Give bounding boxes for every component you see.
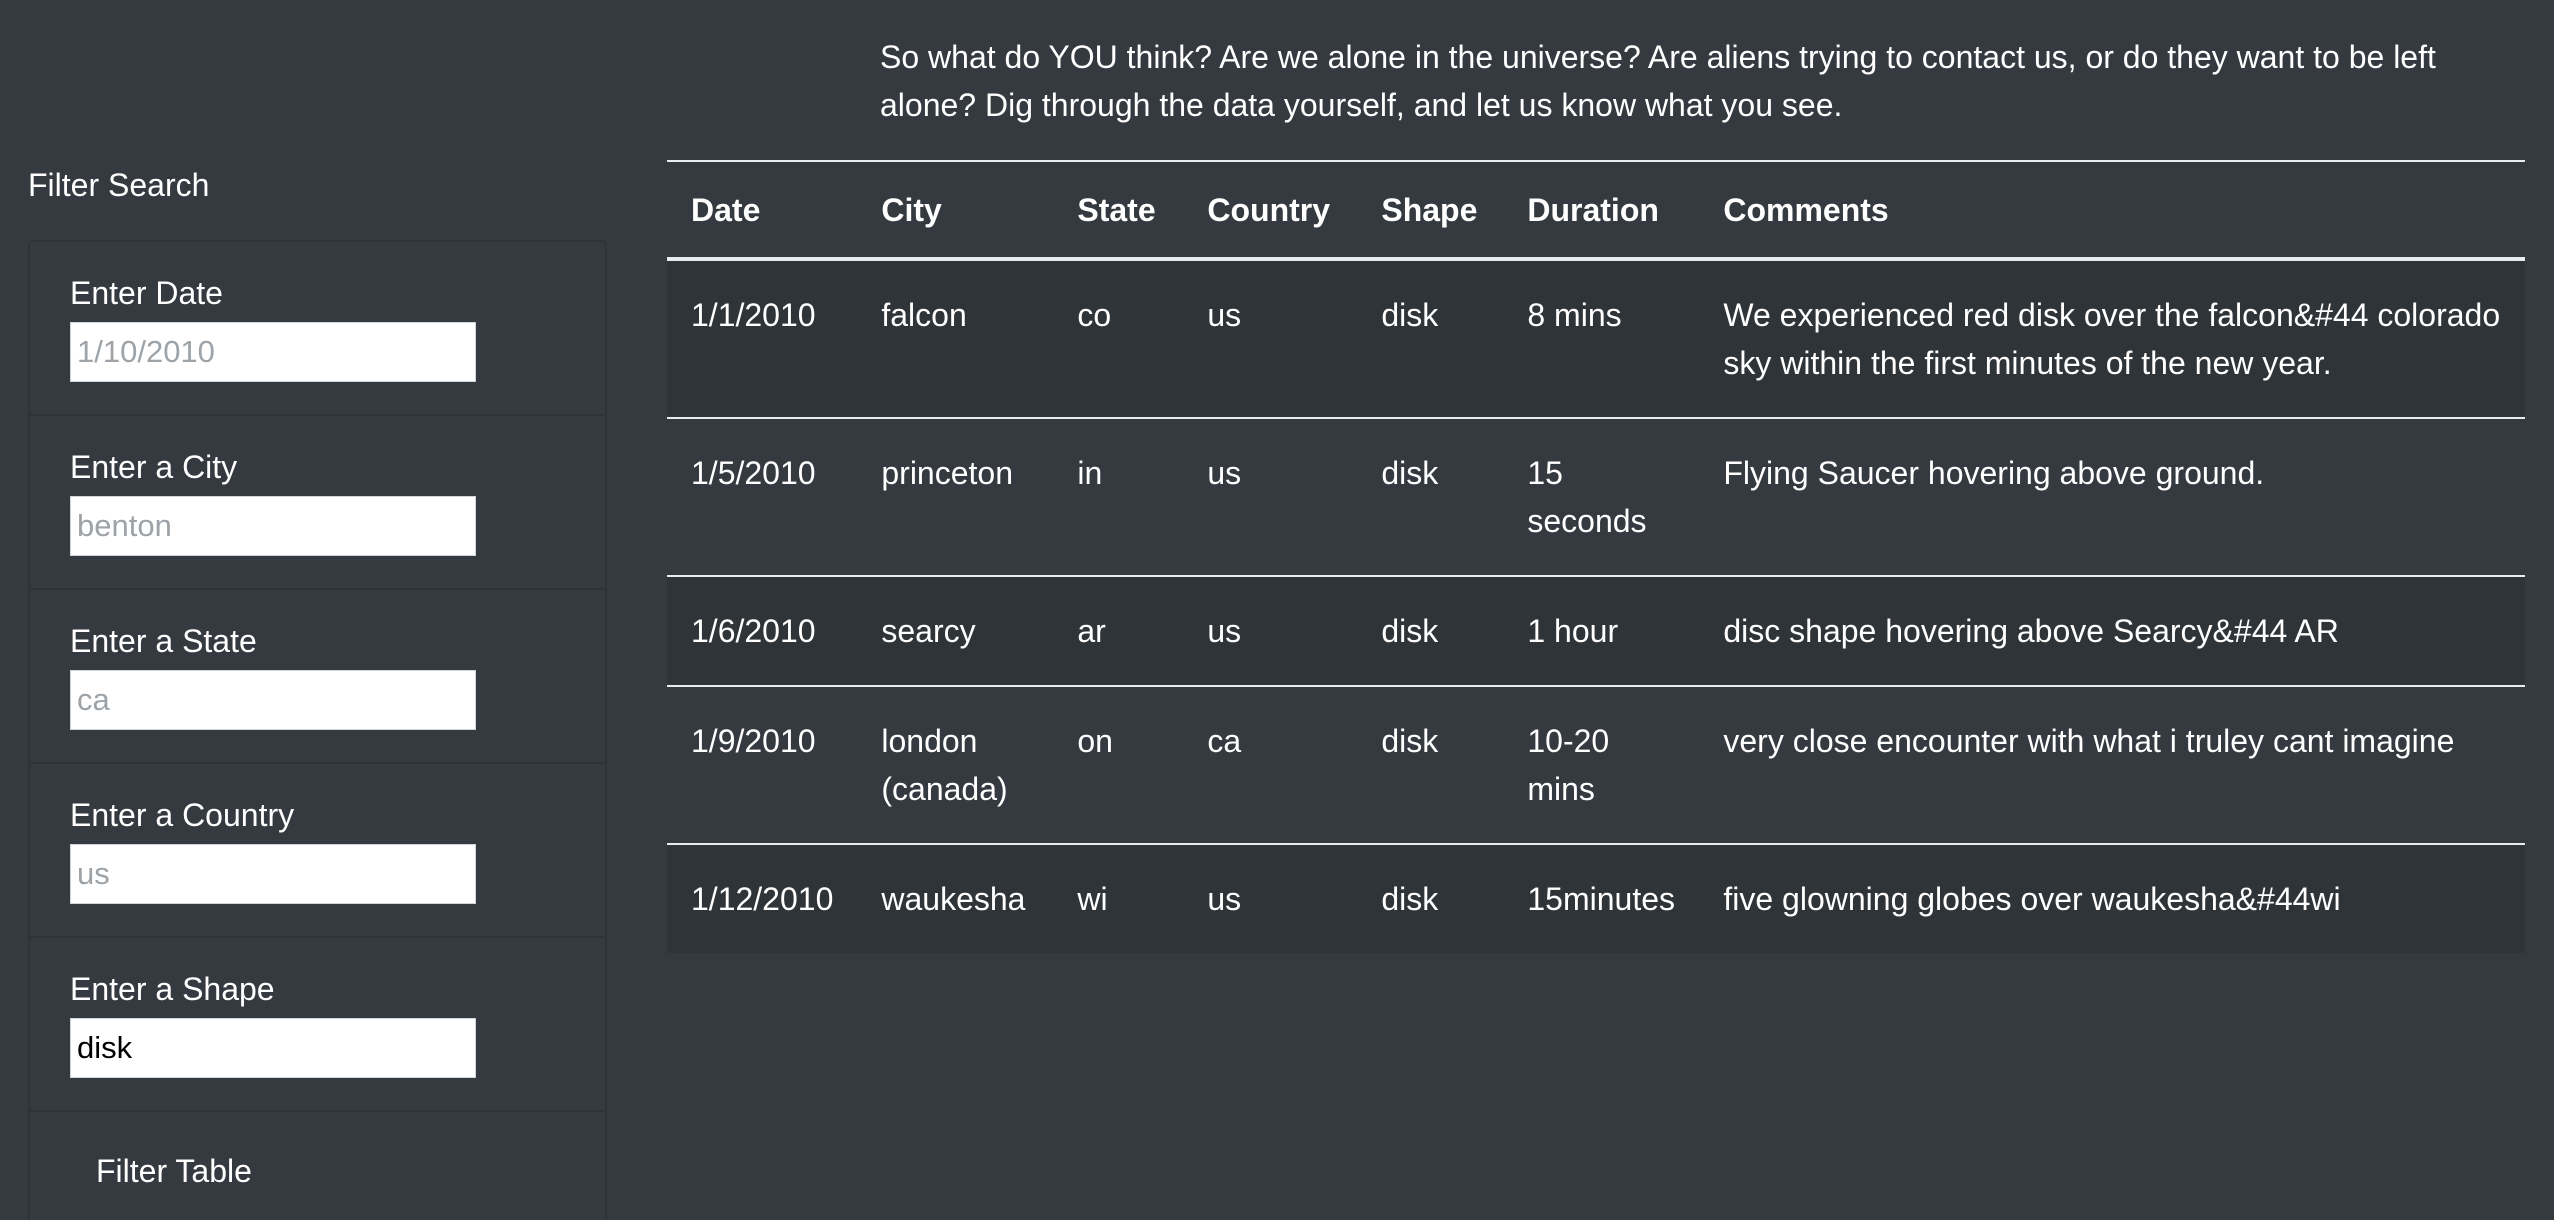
column-header-city: City bbox=[881, 191, 942, 228]
table-row: 1/12/2010 waukesha wi us disk 15minutes … bbox=[667, 844, 2525, 953]
cell-duration: 10-20 mins bbox=[1527, 723, 1610, 807]
cell-date: 1/12/2010 bbox=[691, 881, 834, 917]
cell-country: us bbox=[1207, 455, 1242, 491]
cell-country: us bbox=[1207, 881, 1242, 917]
column-header-country: Country bbox=[1207, 191, 1331, 228]
cell-state: wi bbox=[1077, 881, 1108, 917]
table-row: 1/9/2010 london (canada) on ca disk 10-2… bbox=[667, 686, 2525, 844]
cell-city: searcy bbox=[881, 613, 976, 649]
cell-comments: disc shape hovering above Searcy&#44 AR bbox=[1723, 613, 2339, 649]
cell-date: 1/9/2010 bbox=[691, 723, 816, 759]
cell-state: ar bbox=[1077, 613, 1106, 649]
state-input[interactable] bbox=[70, 670, 476, 730]
cell-country: us bbox=[1207, 613, 1242, 649]
cell-shape: disk bbox=[1381, 297, 1439, 333]
cell-duration: 8 mins bbox=[1527, 297, 1622, 333]
filter-item-country: Enter a Country bbox=[30, 764, 605, 938]
table-row: 1/1/2010 falcon co us disk 8 mins We exp… bbox=[667, 259, 2525, 418]
table-body: 1/1/2010 falcon co us disk 8 mins We exp… bbox=[667, 259, 2525, 953]
filter-heading: Filter Search bbox=[28, 167, 210, 203]
cell-date: 1/1/2010 bbox=[691, 297, 816, 333]
column-header-date: Date bbox=[691, 191, 761, 228]
column-header-shape: Shape bbox=[1381, 191, 1478, 228]
country-input[interactable] bbox=[70, 844, 476, 904]
filter-table-button[interactable]: Filter Table bbox=[96, 1152, 252, 1190]
intro-text: So what do YOU think? Are we alone in th… bbox=[880, 39, 2436, 123]
table-row: 1/5/2010 princeton in us disk 15 seconds… bbox=[667, 418, 2525, 576]
cell-city: falcon bbox=[881, 297, 967, 333]
column-header-duration: Duration bbox=[1527, 191, 1659, 228]
cell-state: in bbox=[1077, 455, 1103, 491]
table-row: 1/6/2010 searcy ar us disk 1 hour disc s… bbox=[667, 576, 2525, 686]
country-label: Enter a Country bbox=[70, 797, 295, 833]
cell-city: waukesha bbox=[881, 881, 1026, 917]
cell-shape: disk bbox=[1381, 455, 1439, 491]
cell-city: london (canada) bbox=[881, 723, 1008, 807]
cell-duration: 15minutes bbox=[1527, 881, 1675, 917]
cell-shape: disk bbox=[1381, 723, 1439, 759]
filter-panel: Enter Date Enter a City Enter a State En… bbox=[28, 240, 607, 1220]
column-header-state: State bbox=[1077, 191, 1156, 228]
shape-input[interactable] bbox=[70, 1018, 476, 1078]
cell-comments: We experienced red disk over the falcon&… bbox=[1723, 297, 2501, 381]
ufo-table: Date City State Country Shape Duration C… bbox=[667, 160, 2525, 953]
filter-item-shape: Enter a Shape bbox=[30, 938, 605, 1112]
cell-date: 1/5/2010 bbox=[691, 455, 816, 491]
state-label: Enter a State bbox=[70, 623, 257, 659]
cell-state: on bbox=[1077, 723, 1113, 759]
cell-comments: Flying Saucer hovering above ground. bbox=[1723, 455, 2265, 491]
column-header-comments: Comments bbox=[1723, 191, 1889, 228]
date-label: Enter Date bbox=[70, 275, 223, 311]
table-header: Date City State Country Shape Duration C… bbox=[667, 161, 2525, 259]
shape-label: Enter a Shape bbox=[70, 971, 275, 1007]
cell-shape: disk bbox=[1381, 613, 1439, 649]
date-input[interactable] bbox=[70, 322, 476, 382]
filter-button-row: Filter Table bbox=[30, 1112, 605, 1190]
cell-duration: 1 hour bbox=[1527, 613, 1619, 649]
cell-comments: five glowning globes over waukesha&#44wi bbox=[1723, 881, 2341, 917]
cell-duration: 15 seconds bbox=[1527, 455, 1647, 539]
city-label: Enter a City bbox=[70, 449, 238, 485]
cell-date: 1/6/2010 bbox=[691, 613, 816, 649]
table-header-row: Date City State Country Shape Duration C… bbox=[667, 161, 2525, 259]
filter-item-city: Enter a City bbox=[30, 416, 605, 590]
cell-country: us bbox=[1207, 297, 1242, 333]
cell-state: co bbox=[1077, 297, 1112, 333]
filter-item-state: Enter a State bbox=[30, 590, 605, 764]
page: So what do YOU think? Are we alone in th… bbox=[0, 0, 2554, 1220]
cell-comments: very close encounter with what i truley … bbox=[1723, 723, 2455, 759]
cell-shape: disk bbox=[1381, 881, 1439, 917]
city-input[interactable] bbox=[70, 496, 476, 556]
cell-city: princeton bbox=[881, 455, 1013, 491]
cell-country: ca bbox=[1207, 723, 1242, 759]
filter-item-date: Enter Date bbox=[30, 242, 605, 416]
